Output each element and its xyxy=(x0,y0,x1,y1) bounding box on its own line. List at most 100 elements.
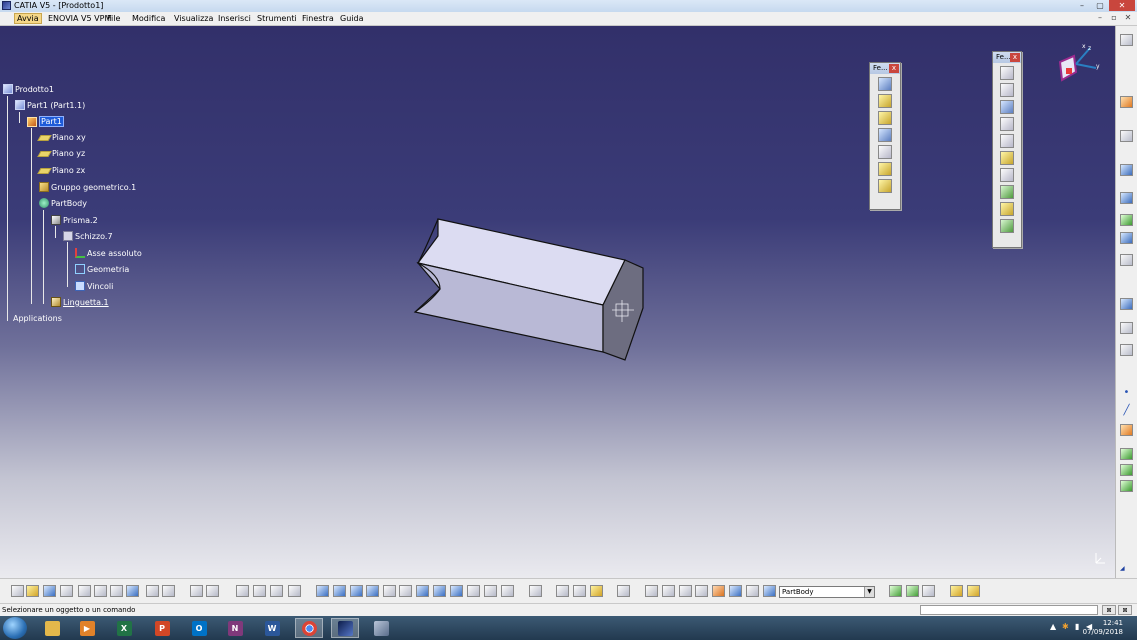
hide-show-icon[interactable] xyxy=(484,585,497,597)
zoom-in-icon[interactable] xyxy=(383,585,396,597)
measure-between-icon[interactable] xyxy=(645,585,658,597)
tree-node-part-instance[interactable]: Part1 (Part1.1) xyxy=(15,100,85,110)
pad-tool-icon[interactable] xyxy=(878,77,892,91)
toolbar-header[interactable]: Fe... x xyxy=(870,63,900,74)
tree-node-plane-xy[interactable]: Piano xy xyxy=(37,133,86,142)
redo-icon[interactable] xyxy=(146,585,159,597)
menu-avvia[interactable]: Avvia xyxy=(14,13,42,24)
tray-up-arrow-icon[interactable]: ▲ xyxy=(1050,622,1056,631)
start-button[interactable] xyxy=(3,617,27,639)
iso-view-icon[interactable] xyxy=(450,585,463,597)
save-icon[interactable] xyxy=(43,585,56,597)
tree-node-plane-yz[interactable]: Piano yz xyxy=(37,149,85,158)
menu-finestra[interactable]: Finestra xyxy=(302,14,334,23)
toolbar-close-icon[interactable]: x xyxy=(1010,53,1020,62)
tree-node-geometry[interactable]: Geometria xyxy=(75,264,129,274)
wall-tool-icon[interactable] xyxy=(1000,66,1014,80)
cylinder-tool-icon[interactable] xyxy=(1000,117,1014,131)
command-input[interactable] xyxy=(920,605,1098,615)
taskbar-onenote[interactable]: N xyxy=(221,618,249,638)
tree-node-tab[interactable]: Linguetta.1 xyxy=(51,297,109,307)
axis-system-icon[interactable] xyxy=(1120,298,1133,310)
measure-item-icon[interactable] xyxy=(662,585,675,597)
corner-tool-icon[interactable] xyxy=(1000,168,1014,182)
doc-restore-button[interactable]: ▫ xyxy=(1107,13,1121,22)
pocket-tool-icon[interactable] xyxy=(878,94,892,108)
3d-viewport[interactable]: Prodotto1 Part1 (Part1.1) Part1 Piano xy… xyxy=(0,26,1115,578)
doc-minimize-button[interactable]: – xyxy=(1093,13,1107,22)
rotate-icon[interactable] xyxy=(366,585,379,597)
compass-icon[interactable]: z y x xyxy=(1052,42,1102,88)
normal-view-icon[interactable] xyxy=(416,585,429,597)
menu-visualizza[interactable]: Visualizza xyxy=(174,14,213,23)
multi-section-tool-icon[interactable] xyxy=(878,162,892,176)
tree-node-part[interactable]: Part1 xyxy=(27,116,64,127)
taskbar-chrome[interactable] xyxy=(295,618,323,638)
rendering-icon[interactable] xyxy=(906,585,919,597)
minimize-button[interactable]: – xyxy=(1073,0,1091,11)
grid-icon[interactable] xyxy=(1120,232,1133,244)
constraint-icon[interactable] xyxy=(556,585,569,597)
tools-icon[interactable] xyxy=(712,585,725,597)
apply-material-tool-icon[interactable] xyxy=(889,585,902,597)
rib-tool-icon[interactable] xyxy=(878,128,892,142)
tree-node-geometrical-set[interactable]: Gruppo geometrico.1 xyxy=(39,182,136,192)
3d-part-prism[interactable] xyxy=(405,211,655,371)
dress-up-icon[interactable] xyxy=(922,585,935,597)
doc-close-button[interactable]: ✕ xyxy=(1121,13,1135,22)
flange-tool-icon[interactable] xyxy=(1000,83,1014,97)
table-icon[interactable] xyxy=(236,585,249,597)
menu-modifica[interactable]: Modifica xyxy=(132,14,165,23)
material-icon[interactable] xyxy=(590,585,603,597)
cutout-tool-icon[interactable] xyxy=(1000,134,1014,148)
instantiate-icon[interactable] xyxy=(729,585,742,597)
analysis-icon-1[interactable] xyxy=(1120,448,1133,460)
menu-strumenti[interactable]: Strumenti xyxy=(257,14,297,23)
menu-file[interactable]: File xyxy=(107,14,120,23)
measure-icon[interactable] xyxy=(1120,192,1133,204)
tray-network-icon[interactable]: ▮ xyxy=(1075,622,1079,631)
scan-icon[interactable] xyxy=(746,585,759,597)
render-style-icon[interactable] xyxy=(288,585,301,597)
undo-icon[interactable] xyxy=(126,585,139,597)
whats-this-icon[interactable] xyxy=(162,585,175,597)
maximize-button[interactable]: ▢ xyxy=(1091,0,1109,11)
swap-visible-space-icon[interactable] xyxy=(501,585,514,597)
select-arrow-icon[interactable] xyxy=(1120,96,1133,108)
solid-combine-tool-icon[interactable] xyxy=(878,145,892,159)
shaft-tool-icon[interactable] xyxy=(878,111,892,125)
fly-mode-icon[interactable] xyxy=(316,585,329,597)
grid-spacing-icon[interactable] xyxy=(695,585,708,597)
taskbar-powerpoint[interactable]: P xyxy=(148,618,176,638)
chevron-down-icon[interactable]: ▼ xyxy=(864,587,874,597)
multi-view-icon[interactable] xyxy=(433,585,446,597)
command-button-2[interactable]: ⊠ xyxy=(1118,605,1132,615)
system-clock[interactable]: 12:41 07/09/2018 xyxy=(1083,619,1123,637)
snap-icon[interactable] xyxy=(1120,254,1133,266)
menu-enovia[interactable]: ENOVIA V5 VPM xyxy=(48,14,111,23)
stamp-tool-icon[interactable] xyxy=(1000,219,1014,233)
catalog-icon[interactable] xyxy=(617,585,630,597)
tree-node-partbody[interactable]: PartBody xyxy=(39,198,87,208)
toolbar-close-icon[interactable]: x xyxy=(889,64,899,73)
tree-node-constraints[interactable]: Vincoli xyxy=(75,281,113,291)
taskbar-catia[interactable] xyxy=(331,618,359,638)
current-body-select[interactable]: PartBody ▼ xyxy=(779,586,875,598)
tree-node-sketch[interactable]: Schizzo.7 xyxy=(63,231,113,241)
formula-icon[interactable] xyxy=(190,585,203,597)
measure-inertia-icon[interactable] xyxy=(679,585,692,597)
sketch-tool-icon[interactable] xyxy=(1000,202,1014,216)
edit-tool-icon[interactable] xyxy=(1000,151,1014,165)
tree-expand-icon[interactable] xyxy=(253,585,266,597)
taskbar-media-player[interactable]: ▶ xyxy=(73,618,101,638)
point-icon[interactable]: • xyxy=(1120,388,1133,400)
close-button[interactable]: ✕ xyxy=(1109,0,1135,11)
tree-node-pad[interactable]: Prisma.2 xyxy=(51,215,98,225)
plane-surface-icon[interactable] xyxy=(1120,424,1133,436)
pan-icon[interactable] xyxy=(350,585,363,597)
command-button-1[interactable]: ⊠ xyxy=(1102,605,1116,615)
cut-icon[interactable] xyxy=(78,585,91,597)
open-folder-icon[interactable] xyxy=(26,585,39,597)
intersect-icon[interactable] xyxy=(1120,344,1133,356)
fit-all-icon[interactable] xyxy=(333,585,346,597)
